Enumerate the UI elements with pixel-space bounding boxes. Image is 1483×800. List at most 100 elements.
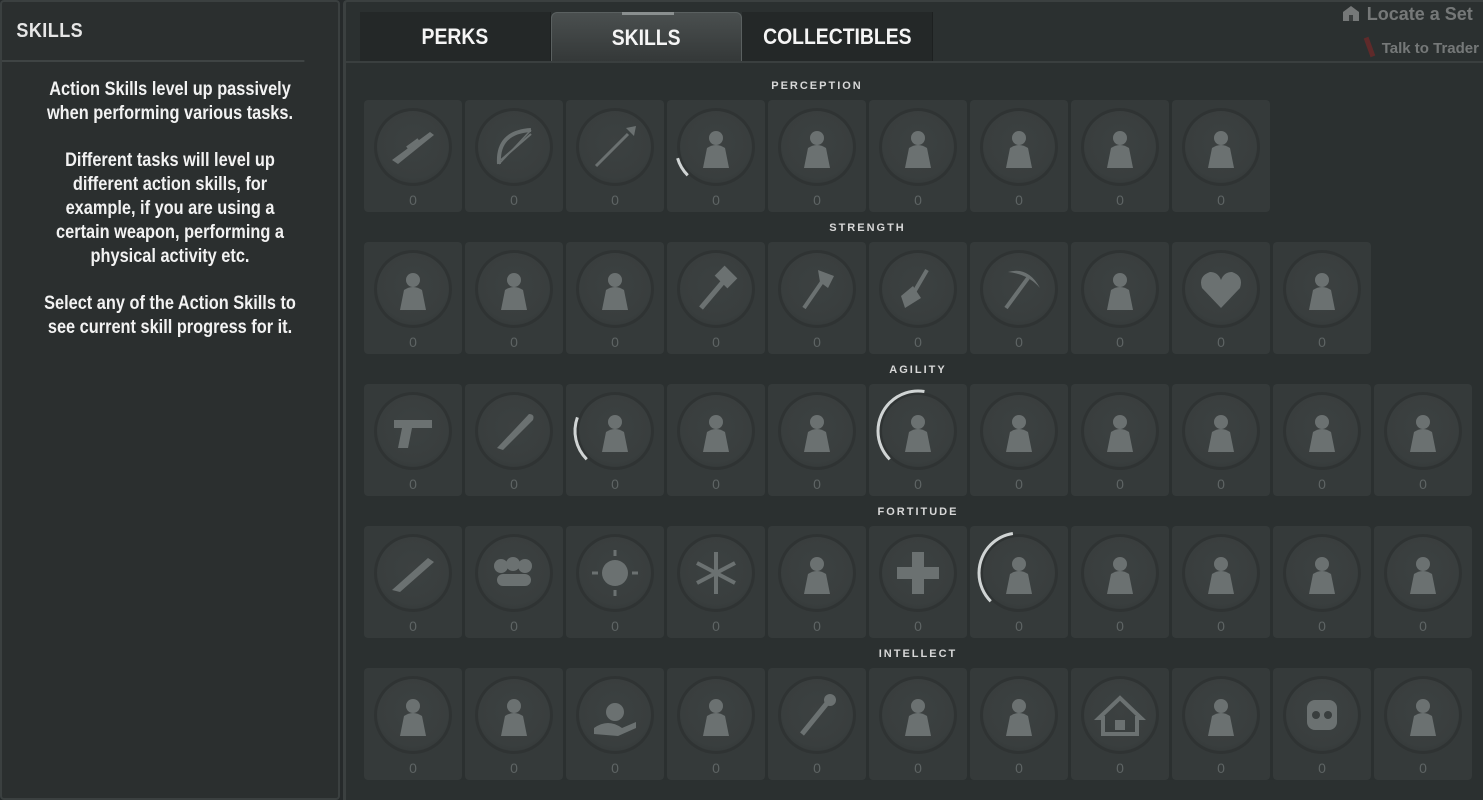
tab-collectibles[interactable]: COLLECTIBLES bbox=[742, 12, 933, 62]
turret-icon bbox=[1208, 699, 1234, 736]
tab-skills[interactable]: SKILLS bbox=[551, 12, 742, 62]
skill-tile-rifle[interactable]: 0 bbox=[364, 100, 462, 212]
skill-disc bbox=[1283, 534, 1361, 612]
skill-tile-rule-one[interactable]: 0 bbox=[1273, 526, 1371, 638]
axe-icon bbox=[802, 270, 834, 310]
skill-tile-survivor[interactable]: 0 bbox=[1071, 526, 1169, 638]
skill-tile-multitool[interactable]: 0 bbox=[869, 668, 967, 780]
skill-level: 0 bbox=[1116, 192, 1124, 208]
skill-tile-house[interactable]: 0 bbox=[1071, 668, 1169, 780]
skill-tile-miner[interactable]: 0 bbox=[1273, 242, 1371, 354]
quest-hud: Locate a Set Talk to Trader bbox=[1341, 4, 1479, 58]
skill-tile-pistol[interactable]: 0 bbox=[364, 384, 462, 496]
skill-tile-smg[interactable]: 0 bbox=[364, 668, 462, 780]
skill-disc bbox=[677, 250, 755, 328]
skill-tile-flex[interactable]: 0 bbox=[364, 242, 462, 354]
skill-tile-club[interactable]: 0 bbox=[566, 242, 664, 354]
skill-level: 0 bbox=[409, 192, 417, 208]
skill-level: 0 bbox=[712, 760, 720, 776]
skill-tile-medic[interactable]: 0 bbox=[869, 526, 967, 638]
skill-tile-climber-flag[interactable]: 0 bbox=[667, 668, 765, 780]
skill-tile-lock-pick[interactable]: 0 bbox=[869, 100, 967, 212]
skill-tile-sneak[interactable]: 0 bbox=[667, 384, 765, 496]
skill-tile-farmer[interactable]: 0 bbox=[1071, 242, 1169, 354]
skill-level: 0 bbox=[813, 192, 821, 208]
skill-disc bbox=[1283, 676, 1361, 754]
skill-disc bbox=[1283, 250, 1361, 328]
skill-level: 0 bbox=[1217, 192, 1225, 208]
skill-tile-siphoning[interactable]: 0 bbox=[1374, 526, 1472, 638]
skill-tile-shovel[interactable]: 0 bbox=[869, 242, 967, 354]
skill-tile-bow[interactable]: 0 bbox=[465, 100, 563, 212]
skill-tile-butcher[interactable]: 0 bbox=[768, 100, 866, 212]
sun-icon bbox=[592, 550, 638, 596]
skill-tile-spear[interactable]: 0 bbox=[566, 100, 664, 212]
trader-home-icon bbox=[1342, 6, 1359, 21]
skill-tile-healing-factor[interactable]: 0 bbox=[1172, 526, 1270, 638]
skill-disc bbox=[1081, 534, 1159, 612]
tab-perks[interactable]: PERKS bbox=[360, 12, 551, 62]
skill-tile-vehicle[interactable]: 0 bbox=[970, 668, 1068, 780]
category-label-agility: AGILITY bbox=[889, 364, 947, 376]
skill-level: 0 bbox=[1318, 760, 1326, 776]
skill-tile-axe[interactable]: 0 bbox=[768, 242, 866, 354]
skill-row-intellect: 0 0 0 0 0 0 0 0 0 0 0 bbox=[364, 668, 1472, 780]
quest-talk-to-trader: Talk to Trader bbox=[1363, 36, 1479, 58]
vehicle-icon bbox=[1006, 699, 1032, 736]
skill-tile-heavy-armor[interactable]: 0 bbox=[970, 526, 1068, 638]
skill-tile-parkour[interactable]: 0 bbox=[869, 384, 967, 496]
climber-flag-icon bbox=[703, 699, 729, 736]
skill-disc bbox=[1182, 676, 1260, 754]
skill-tile-treasure-hunter[interactable]: 0 bbox=[1172, 100, 1270, 212]
ninja-icon bbox=[804, 415, 830, 452]
skill-tile-looter[interactable]: 0 bbox=[970, 100, 1068, 212]
skill-level: 0 bbox=[712, 618, 720, 634]
parkour-icon bbox=[905, 415, 931, 452]
skill-level: 0 bbox=[1015, 334, 1023, 350]
skill-level: 0 bbox=[1015, 760, 1023, 776]
skill-level: 0 bbox=[1015, 192, 1023, 208]
description-paragraph-2: Different tasks will level up different … bbox=[56, 150, 284, 267]
skill-tile-machete[interactable]: 0 bbox=[465, 384, 563, 496]
skill-tile-ninja[interactable]: 0 bbox=[768, 384, 866, 496]
skill-tile-money-hand[interactable]: 0 bbox=[566, 668, 664, 780]
siphoning-icon bbox=[1410, 557, 1436, 594]
skill-tile-wrench[interactable]: 0 bbox=[768, 668, 866, 780]
skill-disc bbox=[1384, 392, 1462, 470]
skill-tile-scavenger[interactable]: 0 bbox=[667, 100, 765, 212]
skill-tile-knuckles[interactable]: 0 bbox=[465, 526, 563, 638]
skill-disc bbox=[475, 534, 553, 612]
skill-tile-turret[interactable]: 0 bbox=[1172, 668, 1270, 780]
skill-tile-demolitions[interactable]: 0 bbox=[1071, 100, 1169, 212]
skill-tile-deep-cuts[interactable]: 0 bbox=[1273, 384, 1371, 496]
skill-tile-light-armor[interactable]: 0 bbox=[1172, 384, 1270, 496]
skill-tile-sledgehammer[interactable]: 0 bbox=[667, 242, 765, 354]
skill-tile-stun-baton[interactable]: 0 bbox=[465, 668, 563, 780]
skill-tile-snowflake[interactable]: 0 bbox=[667, 526, 765, 638]
sledgehammer-icon bbox=[699, 265, 738, 310]
skill-disc bbox=[778, 676, 856, 754]
club-icon bbox=[602, 273, 628, 310]
skill-tile-assault-rifle[interactable]: 0 bbox=[465, 242, 563, 354]
skill-level: 0 bbox=[611, 760, 619, 776]
skill-disc bbox=[879, 108, 957, 186]
bow-icon bbox=[496, 128, 532, 165]
skill-tile-heart[interactable]: 0 bbox=[1172, 242, 1270, 354]
rule-one-icon bbox=[1309, 557, 1335, 594]
skill-tile-robot[interactable]: 0 bbox=[1273, 668, 1371, 780]
skill-tile-shotgun[interactable]: 0 bbox=[364, 526, 462, 638]
skill-tile-run-and-gun[interactable]: 0 bbox=[1374, 384, 1472, 496]
pistol-icon bbox=[394, 420, 432, 448]
multitool-icon bbox=[905, 699, 931, 736]
skill-disc bbox=[576, 392, 654, 470]
skill-tile-treadmill-runner[interactable]: 0 bbox=[566, 384, 664, 496]
skill-level: 0 bbox=[712, 476, 720, 492]
skill-tile-brawler[interactable]: 0 bbox=[768, 526, 866, 638]
skill-tile-electrician[interactable]: 0 bbox=[1374, 668, 1472, 780]
skill-tile-sun[interactable]: 0 bbox=[566, 526, 664, 638]
skill-tile-acrobat[interactable]: 0 bbox=[970, 384, 1068, 496]
skill-tile-pickaxe[interactable]: 0 bbox=[970, 242, 1068, 354]
skill-level: 0 bbox=[1318, 334, 1326, 350]
skill-level: 0 bbox=[813, 760, 821, 776]
skill-tile-hidden-strike[interactable]: 0 bbox=[1071, 384, 1169, 496]
